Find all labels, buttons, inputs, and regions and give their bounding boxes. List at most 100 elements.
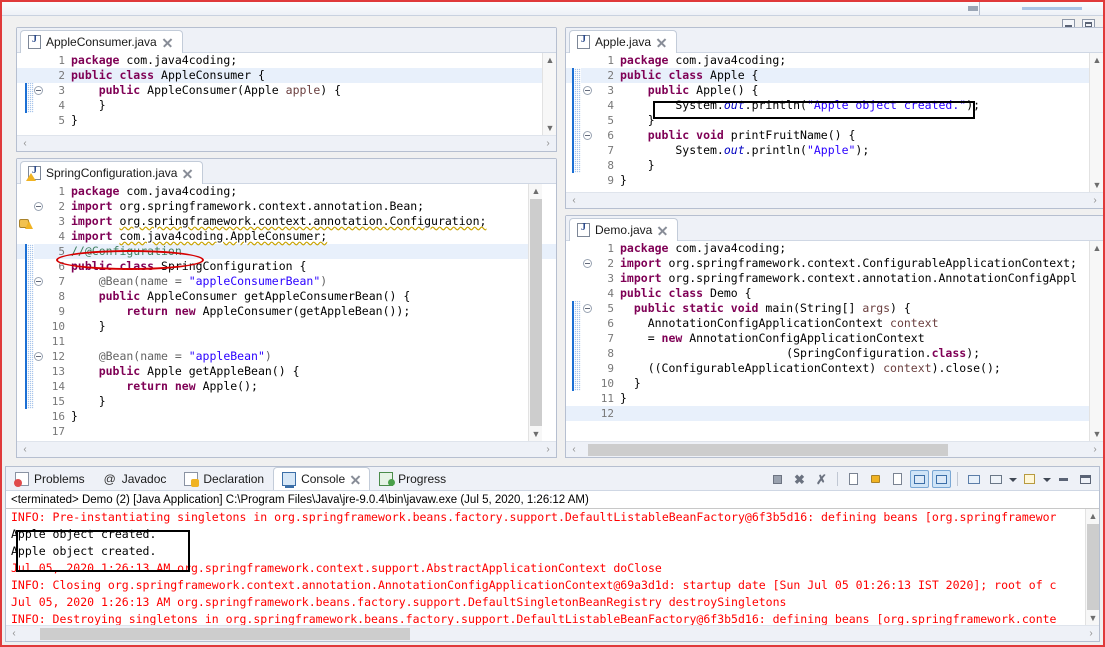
terminate-button[interactable] (768, 470, 787, 488)
gutter-fold-column[interactable] (34, 349, 43, 364)
view-tab-javadoc[interactable]: @ Javadoc (94, 467, 176, 490)
code-text[interactable]: } (65, 113, 78, 128)
editor-vscrollbar-spring-configuration[interactable]: ▲ ▼ (528, 184, 542, 441)
code-area-apple-consumer[interactable]: 1 package com.java4coding; 2 public class A… (17, 53, 556, 135)
editor-hscrollbar-apple[interactable]: ‹ › (566, 192, 1103, 208)
gutter-fold-column[interactable] (583, 391, 592, 406)
code-text[interactable]: package com.java4coding; (65, 53, 237, 68)
code-text[interactable]: } (65, 319, 106, 334)
gutter-fold-column[interactable] (34, 394, 43, 409)
view-tab-console[interactable]: Console (273, 467, 371, 490)
console-vscrollbar[interactable]: ▲ ▼ (1085, 509, 1099, 625)
display-selected-console-button[interactable] (986, 470, 1005, 488)
tab-demo-java[interactable]: Demo.java (569, 218, 679, 241)
code-text[interactable]: return new AppleConsumer(getAppleBean())… (65, 304, 410, 319)
scroll-right-icon[interactable]: › (540, 444, 556, 455)
word-wrap-button[interactable] (888, 470, 907, 488)
code-text[interactable]: (SpringConfiguration.class); (614, 346, 980, 361)
code-text[interactable]: AnnotationConfigApplicationContext conte… (614, 316, 939, 331)
code-text[interactable]: } (614, 376, 641, 391)
gutter-fold-column[interactable] (583, 346, 592, 361)
gutter-fold-column[interactable] (583, 53, 592, 68)
gutter-fold-column[interactable] (583, 361, 592, 376)
scroll-down-icon[interactable]: ▼ (1090, 178, 1103, 192)
scroll-up-icon[interactable]: ▲ (1086, 509, 1099, 523)
code-text[interactable]: public Apple() { (614, 83, 759, 98)
hscroll-track[interactable] (33, 138, 540, 150)
console-hscrollbar[interactable]: ‹ › (6, 625, 1099, 641)
code-text[interactable]: import org.springframework.context.annot… (614, 271, 1077, 286)
code-text[interactable]: } (614, 391, 627, 406)
gutter-fold-column[interactable] (34, 289, 43, 304)
code-text[interactable]: } (614, 173, 627, 188)
fold-collapse-icon[interactable] (34, 352, 43, 361)
code-text[interactable]: import com.java4coding.AppleConsumer; (65, 229, 327, 244)
fold-collapse-icon[interactable] (34, 277, 43, 286)
gutter-fold-column[interactable] (583, 83, 592, 98)
tab-apple-java[interactable]: Apple.java (569, 30, 678, 53)
gutter-fold-column[interactable] (34, 53, 43, 68)
fold-collapse-icon[interactable] (34, 202, 43, 211)
close-icon[interactable] (182, 168, 193, 179)
fold-collapse-icon[interactable] (34, 86, 43, 95)
view-tab-declaration[interactable]: Declaration (175, 467, 273, 490)
code-text[interactable]: package com.java4coding; (614, 241, 786, 256)
code-text[interactable]: public Apple getAppleBean() { (65, 364, 300, 379)
remove-all-launches-button[interactable]: ✗ (812, 470, 831, 488)
code-text[interactable]: ((ConfigurableApplicationContext) contex… (614, 361, 1001, 376)
code-text[interactable]: import org.springframework.context.annot… (65, 199, 424, 214)
gutter-fold-column[interactable] (34, 229, 43, 244)
gutter-fold-column[interactable] (583, 406, 592, 421)
gutter-warning-icon[interactable] (19, 218, 33, 231)
close-icon[interactable] (657, 225, 668, 236)
hscroll-thumb[interactable] (588, 443, 948, 456)
scroll-lock-button[interactable] (866, 470, 885, 488)
show-console-on-output-button[interactable] (910, 470, 929, 488)
gutter-fold-column[interactable] (583, 301, 592, 316)
scroll-down-icon[interactable]: ▼ (1086, 611, 1099, 625)
close-icon[interactable] (350, 474, 361, 485)
gutter-fold-column[interactable] (583, 286, 592, 301)
fold-collapse-icon[interactable] (583, 131, 592, 140)
gutter-fold-column[interactable] (34, 379, 43, 394)
code-text[interactable]: public class SpringConfiguration { (65, 259, 306, 274)
editor-hscrollbar-apple-consumer[interactable]: ‹ › (17, 135, 556, 151)
gutter-fold-column[interactable] (583, 98, 592, 113)
view-tab-progress[interactable]: Progress (370, 467, 455, 490)
gutter-fold-column[interactable] (583, 158, 592, 173)
code-text[interactable]: public class Demo { (614, 286, 752, 301)
gutter-fold-column[interactable] (34, 259, 43, 274)
view-tab-problems[interactable]: Problems (6, 467, 94, 490)
scroll-right-icon[interactable]: › (1087, 195, 1103, 206)
gutter-fold-column[interactable] (34, 244, 43, 259)
gutter-fold-column[interactable] (34, 409, 43, 424)
scroll-left-icon[interactable]: ‹ (566, 444, 582, 455)
editor-hscrollbar-demo[interactable]: ‹ › (566, 441, 1103, 457)
code-text[interactable]: public class AppleConsumer { (65, 68, 265, 83)
scroll-down-icon[interactable]: ▼ (543, 121, 556, 135)
close-icon[interactable] (162, 37, 173, 48)
code-text[interactable]: package com.java4coding; (614, 53, 786, 68)
code-text[interactable]: System.out.println("Apple"); (614, 143, 869, 158)
code-text[interactable]: public void printFruitName() { (614, 128, 856, 143)
hscroll-track[interactable] (22, 627, 1083, 640)
gutter-fold-column[interactable] (34, 424, 43, 439)
code-text[interactable]: public static void main(String[] args) { (614, 301, 911, 316)
scroll-left-icon[interactable]: ‹ (566, 195, 582, 206)
vscroll-thumb[interactable] (1087, 524, 1099, 610)
open-console-dropdown[interactable] (1042, 470, 1051, 488)
gutter-fold-column[interactable] (34, 304, 43, 319)
scroll-right-icon[interactable]: › (540, 138, 556, 149)
pin-console-button[interactable] (964, 470, 983, 488)
code-area-apple[interactable]: 1 package com.java4coding; 2 public class A… (566, 53, 1103, 192)
scroll-up-icon[interactable]: ▲ (529, 184, 543, 198)
code-text[interactable]: = new AnnotationConfigApplicationContext (614, 331, 925, 346)
clear-console-button[interactable] (844, 470, 863, 488)
code-text[interactable]: } (65, 409, 78, 424)
code-area-demo[interactable]: 1 package com.java4coding; 2 import org.spr… (566, 241, 1103, 441)
code-text[interactable]: public class Apple { (614, 68, 758, 83)
gutter-fold-column[interactable] (34, 68, 43, 83)
code-text[interactable]: System.out.println("Apple object created… (614, 98, 980, 113)
code-text[interactable]: import org.springframework.context.annot… (65, 214, 486, 229)
gutter-fold-column[interactable] (583, 376, 592, 391)
